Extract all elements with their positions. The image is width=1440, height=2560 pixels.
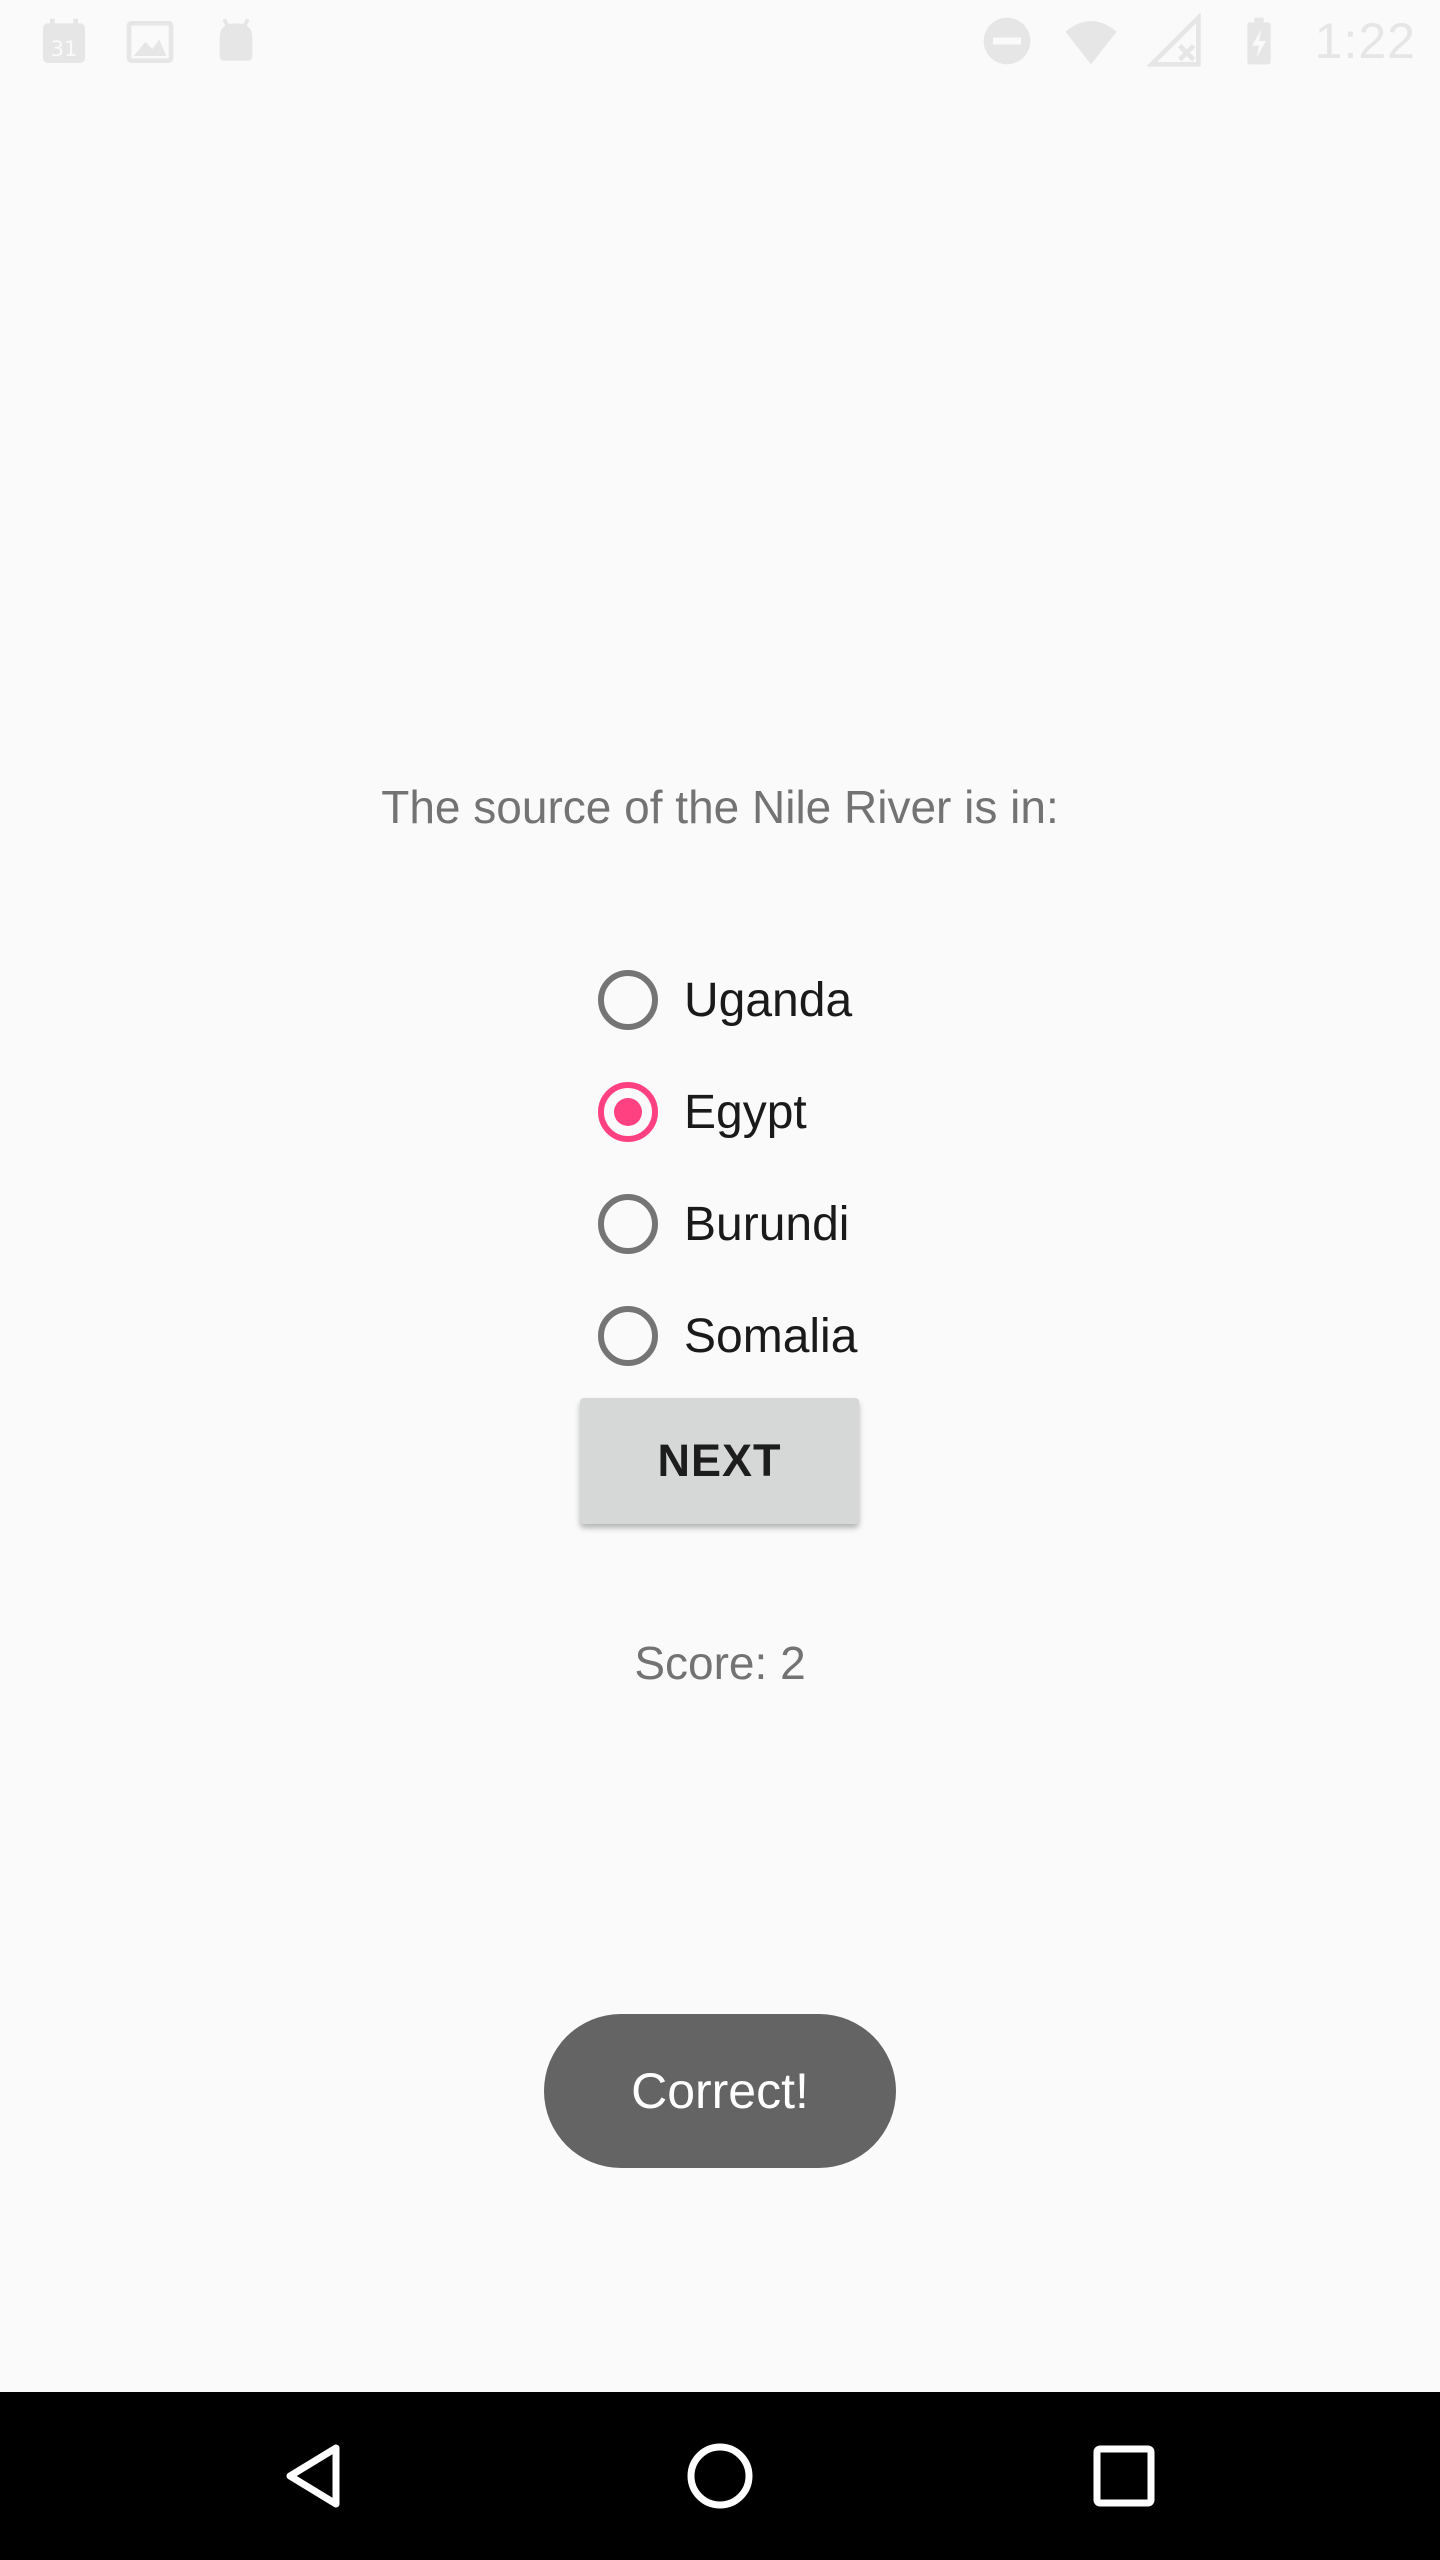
next-button[interactable]: NEXT bbox=[580, 1398, 859, 1524]
option-somalia[interactable]: Somalia bbox=[594, 1280, 1154, 1392]
radio-button[interactable] bbox=[598, 1306, 658, 1366]
status-bar: 31 1:22 bbox=[0, 0, 1440, 84]
wifi-icon bbox=[1065, 21, 1117, 65]
status-right-icons: 1:22 bbox=[979, 12, 1416, 70]
option-egypt[interactable]: Egypt bbox=[594, 1056, 1154, 1168]
answer-radio-group: Uganda Egypt Burundi Somalia bbox=[594, 944, 1154, 1392]
recents-icon[interactable] bbox=[1082, 2434, 1166, 2518]
quiz-screen: 31 1:22 The source of the Nile River is … bbox=[0, 0, 1440, 2560]
home-icon[interactable] bbox=[678, 2434, 762, 2518]
question-text: The source of the Nile River is in: bbox=[381, 781, 1059, 833]
battery-icon bbox=[1247, 17, 1271, 65]
android-icon bbox=[219, 18, 253, 61]
option-label: Egypt bbox=[684, 1085, 807, 1139]
toast-message: Correct! bbox=[544, 2014, 896, 2168]
radio-button-selected[interactable] bbox=[598, 1082, 658, 1142]
do-not-disturb-icon bbox=[983, 17, 1031, 65]
option-uganda[interactable]: Uganda bbox=[594, 944, 1154, 1056]
option-burundi[interactable]: Burundi bbox=[594, 1168, 1154, 1280]
status-left-icons: 31 bbox=[36, 14, 264, 70]
option-label: Uganda bbox=[684, 973, 853, 1027]
back-icon[interactable] bbox=[274, 2434, 358, 2518]
navigation-bar bbox=[0, 2392, 1440, 2560]
option-label: Somalia bbox=[684, 1309, 858, 1363]
status-time: 1:22 bbox=[1314, 13, 1416, 69]
option-label: Burundi bbox=[684, 1197, 850, 1251]
signal-icon bbox=[1146, 13, 1201, 67]
radio-button[interactable] bbox=[598, 970, 658, 1030]
svg-text:31: 31 bbox=[51, 37, 78, 61]
score-text: Score: 2 bbox=[634, 1637, 806, 1689]
calendar-icon: 31 bbox=[43, 18, 85, 63]
image-icon bbox=[126, 21, 174, 63]
radio-button[interactable] bbox=[598, 1194, 658, 1254]
